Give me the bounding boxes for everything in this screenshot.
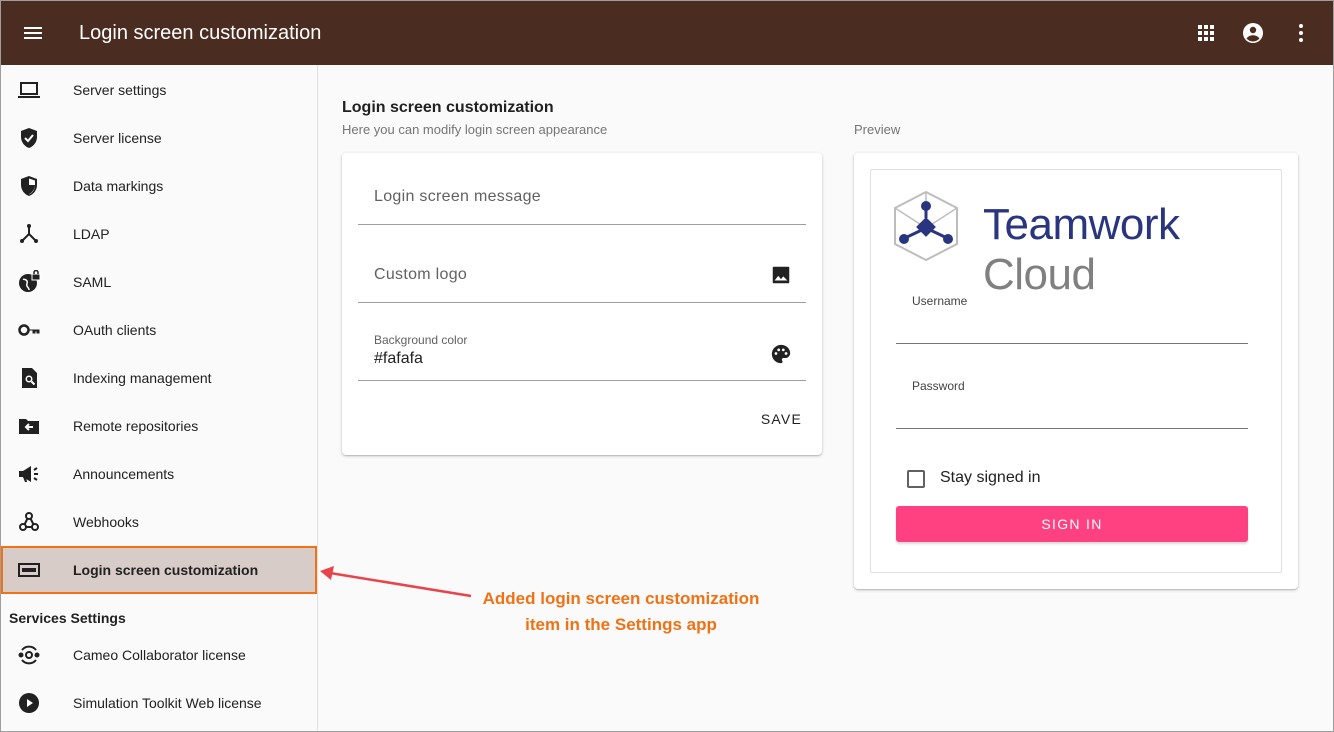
sidebar-item-label: Server settings	[73, 82, 167, 98]
sidebar-item-announcements[interactable]: Announcements	[1, 450, 317, 498]
more-vert-icon[interactable]	[1289, 21, 1313, 45]
sidebar-item-server-settings[interactable]: Server settings	[1, 66, 317, 114]
brand-part-1: Teamwork	[983, 200, 1180, 249]
sidebar-item-label: Cameo Collaborator license	[73, 647, 246, 663]
sidebar-item-ldap[interactable]: LDAP	[1, 210, 317, 258]
password-input[interactable]	[896, 428, 1248, 429]
image-icon[interactable]	[770, 264, 792, 286]
verified-shield-icon	[17, 126, 41, 150]
sidebar-item-label: SAML	[73, 274, 112, 290]
password-label: Password	[912, 379, 965, 393]
sidebar-item-oauth-clients[interactable]: OAuth clients	[1, 306, 317, 354]
custom-logo-field[interactable]: Custom logo	[358, 231, 806, 303]
sign-in-button[interactable]: SIGN IN	[896, 506, 1248, 542]
sidebar-item-label: OAuth clients	[73, 322, 157, 338]
login-message-placeholder: Login screen message	[374, 188, 541, 205]
sidebar-item-simulation-toolkit-web-license[interactable]: Simulation Toolkit Web license	[1, 679, 317, 727]
background-color-label: Background color	[374, 333, 468, 347]
sidebar: Server settings Server license Data mark…	[1, 65, 318, 731]
sidebar-item-saml[interactable]: SAML	[1, 258, 317, 306]
app-title: Login screen customization	[79, 22, 322, 44]
username-input[interactable]	[896, 343, 1248, 344]
sidebar-item-label: Server license	[73, 130, 162, 146]
sidebar-item-webhooks[interactable]: Webhooks	[1, 498, 317, 546]
sidebar-item-label: Simulation Toolkit Web license	[73, 695, 262, 711]
sidebar-item-server-license[interactable]: Server license	[1, 114, 317, 162]
screen-icon	[17, 558, 41, 582]
sidebar-item-data-markings[interactable]: Data markings	[1, 162, 317, 210]
shield-icon	[17, 174, 41, 198]
globe-lock-icon	[17, 269, 41, 294]
teamwork-cloud-logo	[891, 188, 961, 264]
services-settings-header: Services Settings	[9, 610, 126, 626]
background-color-value: #fafafa	[374, 350, 423, 367]
file-search-icon	[17, 366, 41, 390]
sidebar-item-label: Announcements	[73, 466, 175, 482]
login-preview: Teamwork Cloud Username Password Stay si…	[870, 169, 1282, 573]
sidebar-item-label: Indexing management	[73, 370, 212, 386]
sidebar-item-label: Login screen customization	[73, 562, 259, 578]
play-circle-icon	[17, 691, 41, 715]
sidebar-item-cameo-collaborator-license[interactable]: Cameo Collaborator license	[1, 631, 317, 679]
sidebar-item-indexing-management[interactable]: Indexing management	[1, 354, 317, 402]
folder-arrow-icon	[17, 414, 41, 438]
custom-logo-placeholder: Custom logo	[374, 266, 468, 283]
annotation-line-1: Added login screen customization	[482, 589, 760, 608]
laptop-icon	[17, 78, 41, 102]
page-subtitle: Here you can modify login screen appeara…	[342, 122, 608, 137]
brand-name: Teamwork Cloud	[983, 200, 1281, 300]
sidebar-item-label: Remote repositories	[73, 418, 199, 434]
key-icon	[17, 318, 41, 342]
account-circle-icon[interactable]	[1241, 21, 1265, 45]
username-label: Username	[912, 294, 968, 308]
page-title: Login screen customization	[342, 99, 554, 116]
sidebar-item-label: Data markings	[73, 178, 164, 194]
background-color-field[interactable]: Background color #fafafa	[358, 309, 806, 381]
sidebar-item-label: Webhooks	[73, 514, 139, 530]
customization-form-card: Login screen message Custom logo Backgro…	[342, 153, 822, 455]
annotation-text: Added login screen customization item in…	[471, 586, 771, 638]
stay-signed-in-checkbox[interactable]	[907, 470, 925, 488]
apps-icon[interactable]	[1194, 21, 1218, 45]
menu-icon[interactable]	[21, 21, 45, 45]
preview-label: Preview	[854, 122, 901, 137]
orbit-icon	[17, 643, 41, 667]
sidebar-item-remote-repositories[interactable]: Remote repositories	[1, 402, 317, 450]
stay-signed-in-label: Stay signed in	[940, 469, 1041, 486]
app-bar: Login screen customization	[1, 1, 1333, 65]
sidebar-item-login-screen-customization[interactable]: Login screen customization	[1, 546, 317, 594]
palette-icon[interactable]	[770, 343, 792, 365]
annotation-arrow	[320, 566, 472, 598]
sidebar-item-label: LDAP	[73, 226, 110, 242]
annotation-line-2: item in the Settings app	[525, 615, 717, 634]
hub-icon	[17, 222, 41, 246]
preview-card: Teamwork Cloud Username Password Stay si…	[854, 153, 1298, 589]
webhook-icon	[17, 510, 41, 534]
brand-part-2: Cloud	[983, 250, 1096, 299]
login-message-field[interactable]: Login screen message	[358, 153, 806, 225]
megaphone-icon	[17, 462, 41, 486]
save-button[interactable]: SAVE	[761, 411, 802, 427]
